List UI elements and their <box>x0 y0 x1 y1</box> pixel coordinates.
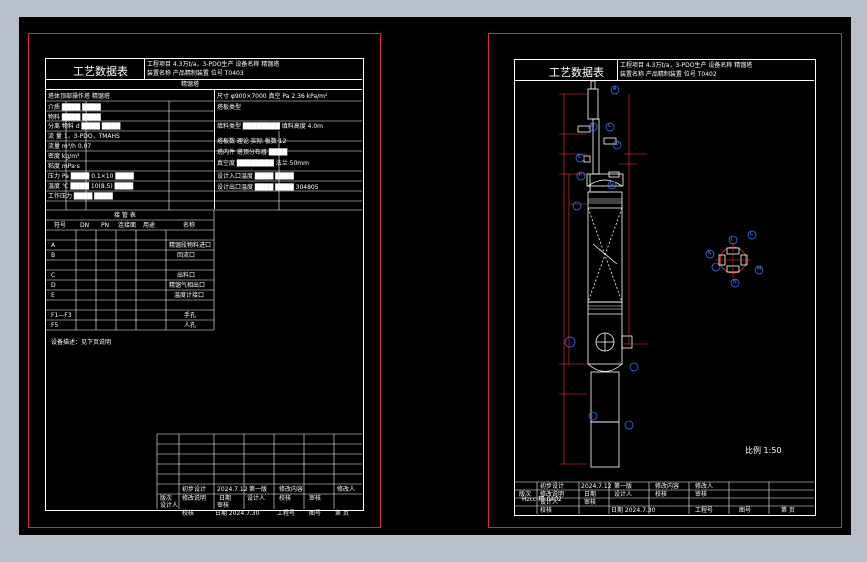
nozzle-mark: F1—F3 <box>51 312 72 319</box>
tb-cell: 2024.7.12 <box>217 486 248 493</box>
nozzle-header: 名称 <box>183 222 196 229</box>
tb-cell: 校核 <box>540 507 553 514</box>
nozzle-name: 手孔 <box>184 312 197 319</box>
tb-cell: 日期 <box>584 491 597 498</box>
tb-cell: 修改说明 <box>540 491 565 498</box>
nozzle-header: PN <box>101 222 110 229</box>
tb-cell: 校核 <box>182 510 195 517</box>
tb-cell: 修改人 <box>337 486 356 493</box>
nozzle-header: 连接面 <box>118 222 137 229</box>
tb-cell: 图号 <box>739 507 752 514</box>
balloon-label: N <box>733 279 737 285</box>
balloon-label: F <box>579 172 582 178</box>
scale-label: 比例 1:50 <box>745 446 782 455</box>
nozzle-name: 温度计接口 <box>174 292 205 299</box>
tb-cell: 设计人 <box>614 491 633 498</box>
tb-cell: 日期 2024.7.30 <box>215 510 260 517</box>
nozzle-header: 符号 <box>54 222 67 229</box>
tb-cell: 审核 <box>695 491 708 498</box>
tb-cell: 校核 <box>655 491 668 498</box>
tb-cell: 图号 <box>309 510 322 517</box>
nozzle-name: 精馏气相出口 <box>169 282 206 289</box>
right-drawing-sheet: 工艺数据表 工程项目 4.3万t/a，3-PDO生产 设备名称 精馏塔 装置名称… <box>488 33 842 528</box>
tb-cell: 第一版 <box>249 486 268 493</box>
left-note: 设备描述：见下页说明 <box>51 339 112 346</box>
tb-cell: 第 页 <box>335 510 349 517</box>
nozzle-header: 用途 <box>143 222 156 229</box>
tb-cell: 设计人 <box>247 495 266 502</box>
tb-cell: 修改说明 <box>182 495 207 502</box>
tb-cell: 修改内容 <box>279 486 304 493</box>
nozzle-mark: A <box>51 242 56 249</box>
balloon-label: L <box>750 231 753 237</box>
left-table-lines <box>46 100 362 509</box>
balloon-label: D <box>615 141 619 147</box>
tb-cell: 第 页 <box>781 507 795 514</box>
tb-cell: 第一版 <box>614 483 633 490</box>
nozzle-mark: D <box>51 282 56 289</box>
nozzle-name: 回流口 <box>177 252 196 259</box>
left-drawing-sheet: 工艺数据表 工程项目 4.3万t/a，3-PDO生产 设备名称 精馏塔 装置名称… <box>28 33 381 528</box>
tb-cell: 日期 <box>219 495 232 502</box>
balloon-label: B <box>591 123 595 129</box>
nozzle-name: 人孔 <box>184 322 197 329</box>
tb-cell: 初步设计 <box>182 486 207 493</box>
tb-cell: 修改内容 <box>655 483 680 490</box>
tb-cell: 初步设计 <box>540 483 565 490</box>
tb-cell: 审核 <box>217 502 230 509</box>
nozzle-header: DN <box>80 222 90 229</box>
balloon-label: C <box>608 123 612 129</box>
tb-cell: 版次 <box>519 491 532 498</box>
tb-cell: 设计人 <box>540 499 559 506</box>
nozzle-name: 出料口 <box>177 272 196 279</box>
tower-drawing <box>515 80 814 514</box>
nozzle-mark: B <box>51 252 56 259</box>
tb-cell: 工程号 <box>277 510 296 517</box>
tb-cell: 版次 <box>160 495 173 502</box>
tb-cell: 审核 <box>309 495 322 502</box>
balloon-label: G <box>610 181 614 187</box>
nozzle-name: 精馏段物料进口 <box>169 242 212 249</box>
balloon-label: J <box>731 236 733 242</box>
nozzle-mark: E <box>51 292 55 299</box>
tb-cell: 审核 <box>584 499 597 506</box>
balloon-label: A <box>613 86 617 92</box>
tb-cell: 设计人 <box>160 502 179 509</box>
nozzle-mark: F5 <box>51 322 59 329</box>
nozzle-mark: C <box>51 272 56 279</box>
tb-cell: 日期 2024.7.30 <box>611 507 656 514</box>
balloon-label: M <box>757 266 762 272</box>
balloon-label: E <box>578 154 582 160</box>
tb-cell: 校核 <box>279 495 292 502</box>
tb-cell: 2024.7.12 <box>581 483 612 490</box>
balloon-label: K <box>708 250 712 256</box>
nozzle-table-title: 接 管 表 <box>114 212 136 219</box>
tb-cell: 工程号 <box>695 507 714 514</box>
cad-canvas[interactable]: 工艺数据表 工程项目 4.3万t/a，3-PDO生产 设备名称 精馏塔 装置名称… <box>19 17 851 535</box>
tb-cell: 修改人 <box>695 483 714 490</box>
